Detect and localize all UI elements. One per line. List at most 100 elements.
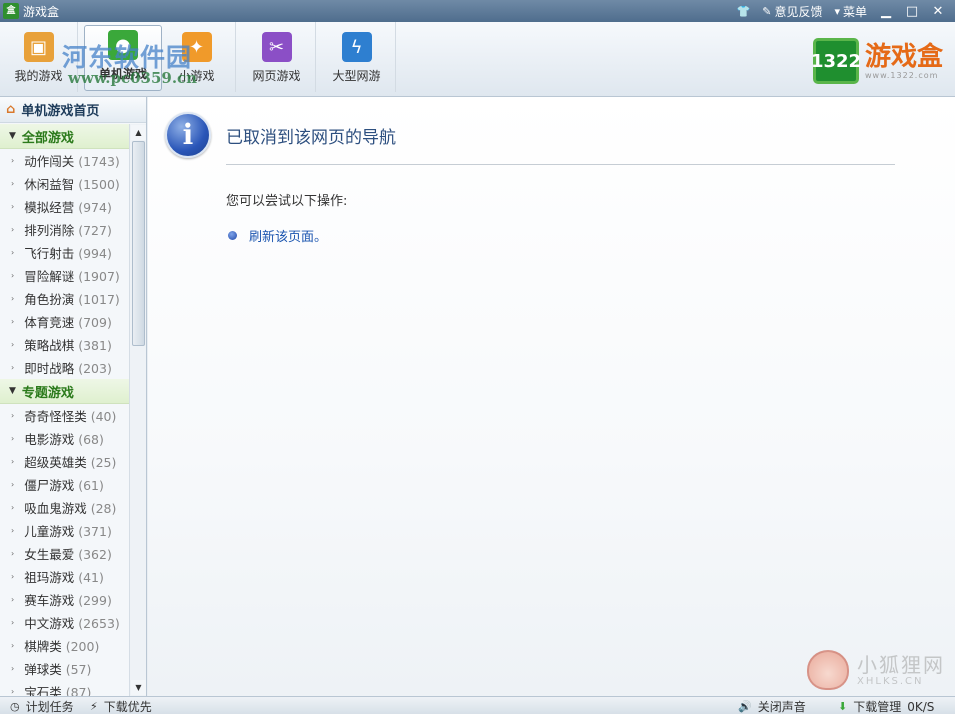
category-list: ▼ 全部游戏 › 动作闯关 (1743) › 休闲益智 (1500) › 模拟经营 (974) › 排列… (0, 124, 129, 696)
category-name: 动作闯关 (24, 154, 75, 169)
download-priority-button[interactable]: ⚡ 下载优先 (90, 698, 152, 714)
category-group-title: 全部游戏 (21, 130, 74, 146)
sidebar: ⌂ 单机游戏首页 ▼ 全部游戏 › 动作闯关 (1743) › 休闲益智 (1500) › 模拟经… (0, 97, 147, 696)
web-game-icon: ✂ (261, 32, 292, 62)
chevron-right-icon: › (11, 179, 15, 188)
skin-button[interactable]: 👕 (733, 5, 755, 18)
category-item[interactable]: › 即时战略 (203) (0, 356, 129, 379)
category-item[interactable]: › 体育竞速 (709) (0, 310, 129, 333)
category-item[interactable]: › 中文游戏 (2653) (0, 611, 129, 634)
watermark-url: www.pc0359.cn (68, 69, 198, 87)
tab-web-games[interactable]: ✂ 网页游戏 (238, 22, 316, 92)
category-group-header[interactable]: ▼ 全部游戏 (0, 124, 129, 149)
chevron-right-icon: › (11, 225, 15, 234)
scroll-up-icon[interactable]: ▲ (131, 125, 146, 140)
category-item[interactable]: › 冒险解谜 (1907) (0, 264, 129, 287)
category-item[interactable]: › 动作闯关 (1743) (0, 149, 129, 172)
online-game-icon: ϟ (341, 32, 372, 62)
category-name: 赛车游戏 (24, 593, 75, 608)
content-area: i 已取消到该网页的导航 您可以尝试以下操作: 刷新该页面。 小狐狸网 XHLK… (148, 97, 955, 696)
category-name: 冒险解谜 (24, 269, 75, 284)
category-item[interactable]: › 赛车游戏 (299) (0, 588, 129, 611)
maximize-button[interactable]: □ (901, 4, 923, 19)
close-button[interactable]: ✕ (927, 4, 949, 19)
menu-arrow-icon: ▾ (834, 4, 840, 18)
chevron-right-icon: › (11, 156, 15, 165)
category-item[interactable]: › 飞行射击 (994) (0, 241, 129, 264)
sound-label: 关闭声音 (757, 700, 806, 714)
category-item[interactable]: › 宝石类 (87) (0, 680, 129, 696)
chevron-right-icon: › (11, 503, 15, 512)
category-item[interactable]: › 棋牌类 (200) (0, 634, 129, 657)
tab-label: 大型网游 (332, 69, 381, 83)
category-name: 僵尸游戏 (24, 478, 75, 493)
fox-logo-icon (807, 650, 849, 690)
category-item[interactable]: › 吸血鬼游戏 (28) (0, 496, 129, 519)
priority-label: 下载优先 (103, 700, 152, 714)
scroll-down-icon[interactable]: ▼ (131, 680, 146, 695)
feedback-icon: ✎ (762, 4, 772, 18)
menu-button[interactable]: ▾ 菜单 (830, 3, 871, 20)
status-bar: ◷ 计划任务 ⚡ 下载优先 🔊 关闭声音 ⬇ 下载管理 0K/S (0, 696, 955, 714)
category-item[interactable]: › 角色扮演 (1017) (0, 287, 129, 310)
category-group-title: 专题游戏 (21, 385, 74, 401)
category-item[interactable]: › 休闲益智 (1500) (0, 172, 129, 195)
category-count: (1500) (78, 177, 120, 192)
sidebar-scrollbar[interactable]: ▲ ▼ (129, 124, 146, 696)
home-icon: ⌂ (6, 102, 16, 117)
info-icon: i (165, 112, 211, 158)
category-item[interactable]: › 超级英雄类 (25) (0, 450, 129, 473)
refresh-link[interactable]: 刷新该页面。 (249, 226, 327, 245)
category-name: 中文游戏 (24, 616, 75, 631)
download-speed: 0K/S (907, 699, 935, 714)
category-count: (371) (78, 524, 112, 539)
category-name: 策略战棋 (24, 338, 75, 353)
category-count: (362) (78, 547, 112, 562)
sidebar-home[interactable]: ⌂ 单机游戏首页 (0, 97, 146, 123)
category-item[interactable]: › 模拟经营 (974) (0, 195, 129, 218)
category-count: (1017) (78, 292, 120, 307)
category-name: 即时战略 (24, 361, 75, 376)
logo-url: www.1322.com (864, 70, 939, 80)
category-item[interactable]: › 排列消除 (727) (0, 218, 129, 241)
tab-online-games[interactable]: ϟ 大型网游 (318, 22, 396, 92)
tab-label: 网页游戏 (252, 69, 301, 83)
category-item[interactable]: › 僵尸游戏 (61) (0, 473, 129, 496)
minimize-button[interactable]: ▁ (875, 4, 897, 19)
expand-arrow-icon: ▼ (9, 386, 16, 396)
category-item[interactable]: › 祖玛游戏 (41) (0, 565, 129, 588)
chevron-right-icon: › (11, 317, 15, 326)
menu-label: 菜单 (842, 4, 867, 19)
category-count: (994) (78, 246, 112, 261)
category-item[interactable]: › 策略战棋 (381) (0, 333, 129, 356)
category-group-header[interactable]: ▼ 专题游戏 (0, 379, 129, 404)
feedback-button[interactable]: ✎ 意见反馈 (758, 3, 826, 20)
chevron-right-icon: › (11, 572, 15, 581)
category-count: (61) (78, 478, 104, 493)
category-item[interactable]: › 儿童游戏 (371) (0, 519, 129, 542)
mute-button[interactable]: 🔊 关闭声音 (738, 698, 806, 714)
speaker-icon: 🔊 (738, 700, 752, 713)
category-count: (381) (78, 338, 112, 353)
category-item[interactable]: › 奇奇怪怪类 (40) (0, 404, 129, 427)
feedback-label: 意见反馈 (774, 4, 823, 19)
download-manager-button[interactable]: ⬇ 下载管理 0K/S (838, 698, 934, 714)
tab-label: 我的游戏 (14, 69, 63, 83)
divider (226, 164, 895, 165)
category-count: (1743) (78, 154, 120, 169)
scroll-thumb[interactable] (132, 141, 145, 346)
category-name: 电影游戏 (24, 432, 75, 447)
category-item[interactable]: › 弹球类 (57) (0, 657, 129, 680)
scheduled-tasks-button[interactable]: ◷ 计划任务 (10, 698, 74, 714)
category-name: 飞行射击 (24, 246, 75, 261)
clock-icon: ◷ (10, 700, 20, 713)
category-count: (2653) (78, 616, 120, 631)
category-count: (40) (90, 409, 117, 424)
category-name: 棋牌类 (24, 639, 62, 654)
controller-icon: ▣ (23, 32, 54, 62)
chevron-right-icon: › (11, 271, 15, 280)
chevron-right-icon: › (11, 340, 15, 349)
category-item[interactable]: › 电影游戏 (68) (0, 427, 129, 450)
category-item[interactable]: › 女生最爱 (362) (0, 542, 129, 565)
chevron-right-icon: › (11, 595, 15, 604)
